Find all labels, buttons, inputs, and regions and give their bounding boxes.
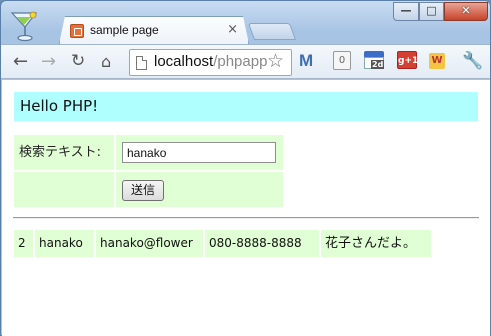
maximize-button[interactable]: □ xyxy=(419,2,444,21)
browser-window: sample page × — □ ✕ ← → ↻ ⌂ localhost/ph… xyxy=(0,0,491,336)
home-icon[interactable]: ⌂ xyxy=(101,52,111,71)
browser-toolbar: ← → ↻ ⌂ localhost/phpapp ☆ M 0 2d g+1 W … xyxy=(1,44,490,79)
search-input-cell xyxy=(116,135,283,170)
bookmark-star-icon[interactable]: ☆ xyxy=(267,50,284,72)
result-id: 2 xyxy=(14,230,33,257)
result-name: hanako xyxy=(35,230,94,257)
empty-cell xyxy=(14,172,114,207)
close-window-button[interactable]: ✕ xyxy=(444,2,488,21)
tab-close-icon[interactable]: × xyxy=(227,22,238,37)
tab-title: sample page xyxy=(90,23,159,37)
page-heading: Hello PHP! xyxy=(14,92,478,121)
search-input[interactable] xyxy=(122,142,276,163)
tab-sample-page[interactable]: sample page × xyxy=(59,16,249,44)
url-text: localhost/phpapp xyxy=(154,53,268,70)
wrench-menu-icon[interactable]: 🔧 xyxy=(462,51,483,71)
submit-button[interactable]: 送信 xyxy=(122,180,164,201)
xampp-favicon-icon xyxy=(70,24,84,38)
reload-icon[interactable]: ↻ xyxy=(71,51,85,71)
calendar-icon[interactable]: 2d xyxy=(364,49,388,73)
w-extension-icon[interactable]: W xyxy=(429,53,445,69)
result-email: hanako@flower xyxy=(96,230,203,257)
result-memo: 花子さんだよ。 xyxy=(321,230,431,257)
divider xyxy=(13,217,479,219)
submit-cell: 送信 xyxy=(116,172,283,207)
back-arrow-icon[interactable]: ← xyxy=(13,51,28,72)
minimize-button[interactable]: — xyxy=(393,2,419,21)
search-label: 検索テキスト: xyxy=(14,135,114,170)
page-icon xyxy=(136,56,147,70)
notification-count-badge[interactable]: 0 xyxy=(333,51,351,70)
google-plus-icon[interactable]: g+1 xyxy=(397,51,418,69)
forward-arrow-icon[interactable]: → xyxy=(41,51,56,72)
gmail-icon[interactable]: M xyxy=(299,51,321,71)
browser-logo-icon xyxy=(10,11,38,42)
new-tab-button[interactable] xyxy=(247,23,297,40)
page-content: Hello PHP! 検索テキスト: 送信 2 hanako hanako@fl… xyxy=(2,80,490,336)
result-tel: 080-8888-8888 xyxy=(205,230,319,257)
